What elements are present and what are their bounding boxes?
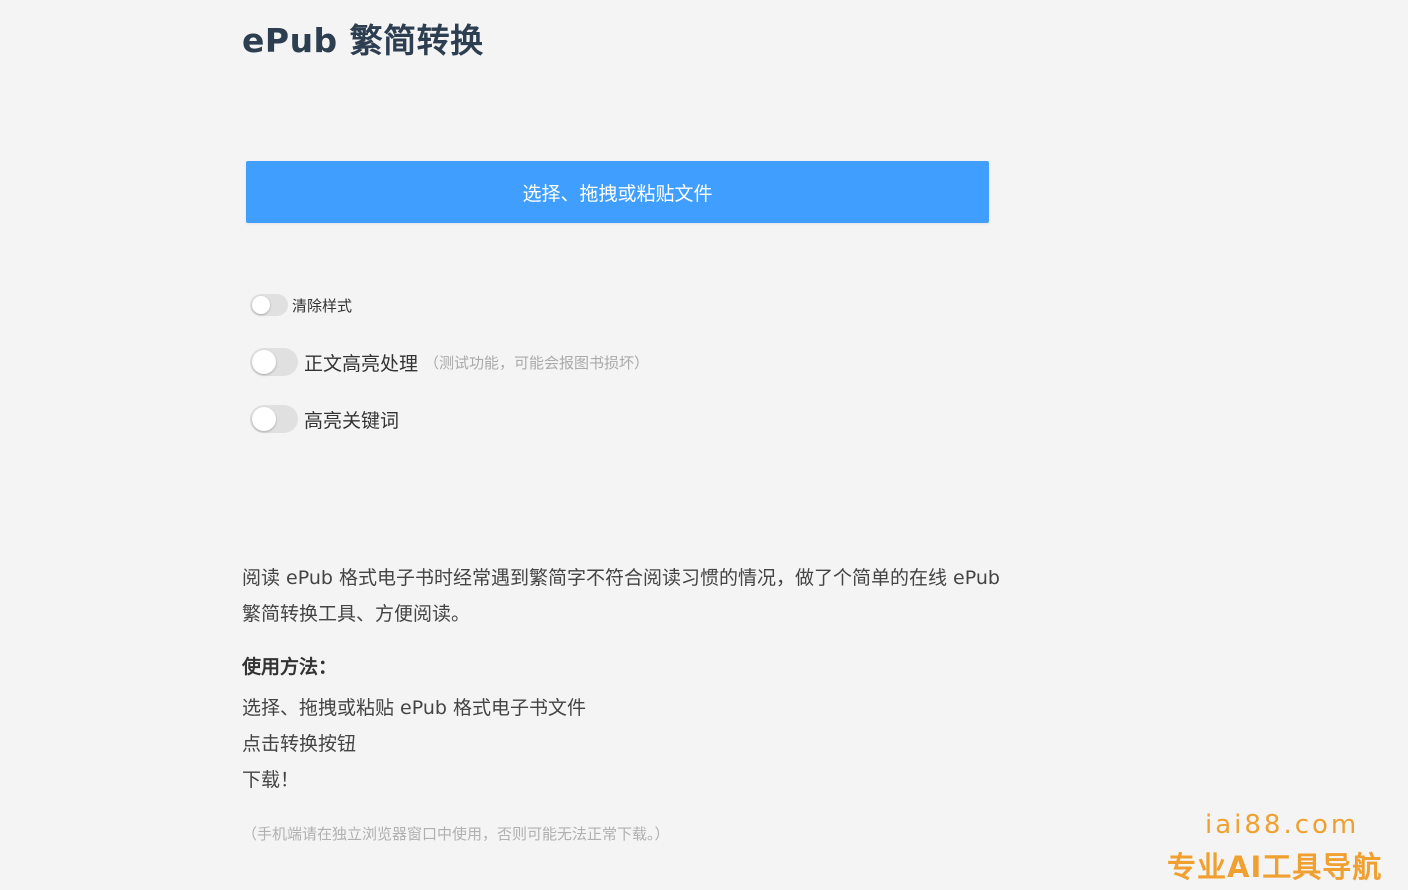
file-upload-button[interactable]: 选择、拖拽或粘贴文件: [246, 161, 989, 223]
page: ePub 繁简转换 选择、拖拽或粘贴文件 清除样式 正文高亮处理 （测试功能，可…: [0, 0, 1408, 890]
mobile-footnote: （手机端请在独立浏览器窗口中使用，否则可能无法正常下载。）: [242, 825, 670, 843]
toggle-knob: [252, 350, 276, 374]
option-highlight-keywords[interactable]: 高亮关键词: [250, 405, 399, 433]
body-highlight-toggle[interactable]: [250, 348, 298, 376]
toggle-knob: [252, 296, 270, 314]
description-text: 阅读 ePub 格式电子书时经常遇到繁简字不符合阅读习惯的情况，做了个简单的在线…: [242, 567, 1000, 625]
highlight-keywords-toggle[interactable]: [250, 405, 298, 433]
usage-step: 下载！: [242, 769, 300, 791]
clear-styles-label: 清除样式: [292, 296, 353, 315]
body-highlight-note: （测试功能，可能会报图书损坏）: [424, 353, 650, 372]
watermark-tagline: 专业AI工具导航: [1167, 850, 1383, 884]
usage-title: 使用方法：: [242, 656, 338, 678]
clear-styles-toggle[interactable]: [250, 294, 288, 316]
toggle-knob: [252, 407, 276, 431]
usage-step: 点击转换按钮: [242, 733, 357, 755]
option-clear-styles[interactable]: 清除样式: [250, 294, 352, 316]
usage-step: 选择、拖拽或粘贴 ePub 格式电子书文件: [242, 697, 586, 719]
highlight-keywords-label: 高亮关键词: [304, 409, 400, 432]
page-title: ePub 繁简转换: [242, 21, 484, 60]
watermark-url: iai88.com: [1205, 810, 1360, 840]
body-highlight-label: 正文高亮处理: [304, 352, 419, 375]
option-body-highlight[interactable]: 正文高亮处理 （测试功能，可能会报图书损坏）: [250, 348, 649, 376]
